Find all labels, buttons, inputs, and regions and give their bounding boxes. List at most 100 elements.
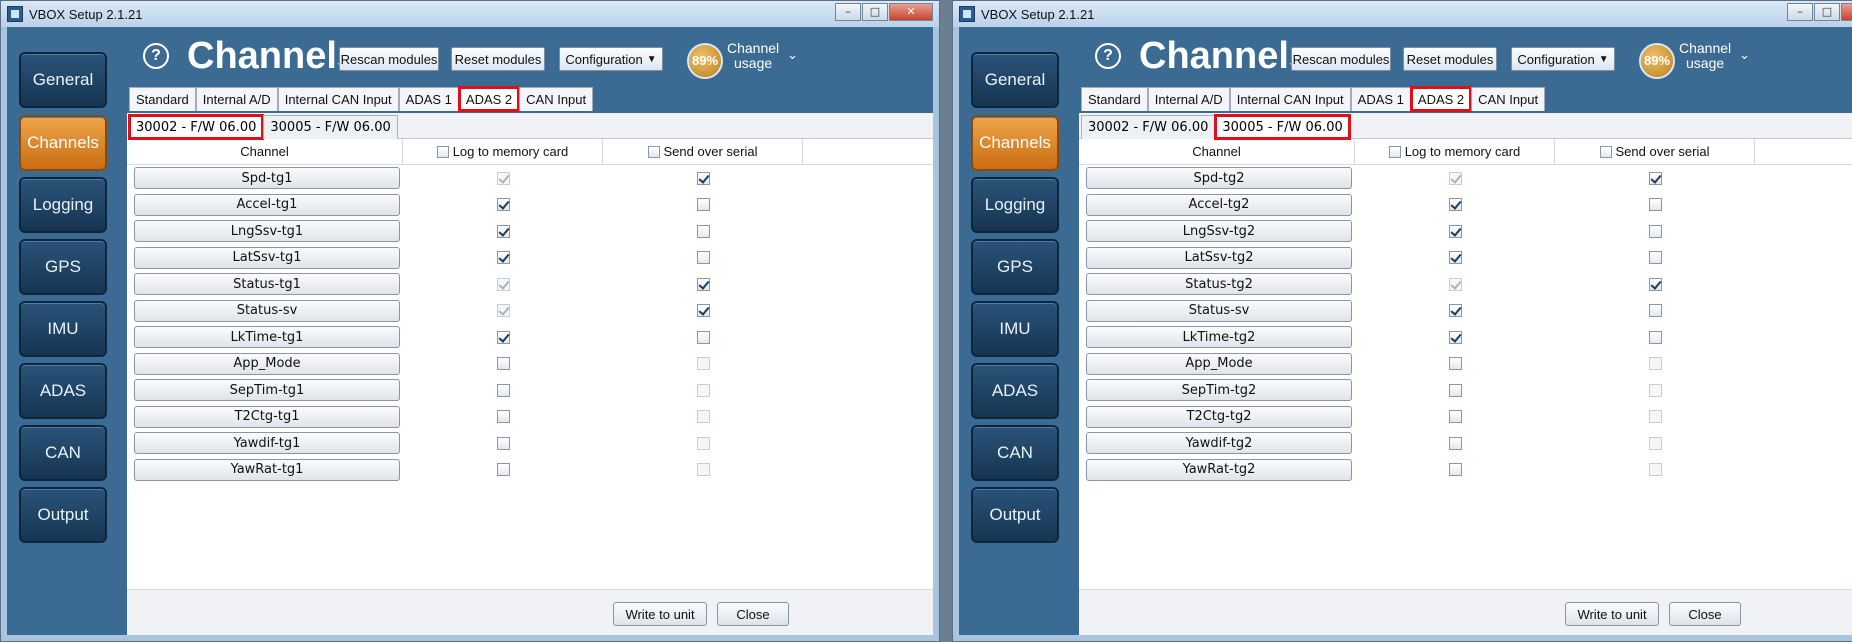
log-checkbox[interactable] <box>496 357 510 371</box>
log-checkbox[interactable] <box>1448 436 1462 450</box>
channel-button[interactable]: SepTim-tg1 <box>134 379 400 402</box>
column-serial[interactable]: Send over serial <box>603 139 803 164</box>
tab-standard[interactable]: Standard <box>1081 87 1148 111</box>
tab-internal-ad[interactable]: Internal A/D <box>1147 87 1230 111</box>
channel-usage-label[interactable]: Channel usage <box>1679 41 1731 71</box>
nav-adas[interactable]: ADAS <box>971 363 1059 419</box>
tab-standard[interactable]: Standard <box>129 87 196 111</box>
serial-checkbox[interactable] <box>1648 171 1662 185</box>
serial-checkbox[interactable] <box>696 198 710 212</box>
minimize-icon[interactable]: – <box>835 3 861 21</box>
serial-checkbox[interactable] <box>1648 304 1662 318</box>
channel-button[interactable]: T2Ctg-tg2 <box>1086 405 1352 428</box>
channel-usage-label[interactable]: Channel usage <box>727 41 779 71</box>
channel-button[interactable]: Accel-tg2 <box>1086 193 1352 216</box>
channel-button[interactable]: T2Ctg-tg1 <box>134 405 400 428</box>
channel-button[interactable]: Accel-tg1 <box>134 193 400 216</box>
reset-modules-button[interactable]: Reset modules <box>451 47 545 71</box>
column-serial[interactable]: Send over serial <box>1555 139 1755 164</box>
channel-button[interactable]: Yawdif-tg1 <box>134 432 400 455</box>
log-checkbox[interactable] <box>1448 304 1462 318</box>
serial-all-checkbox[interactable] <box>1599 145 1612 158</box>
log-checkbox[interactable] <box>1448 330 1462 344</box>
channel-button[interactable]: LatSsv-tg1 <box>134 246 400 269</box>
channel-button[interactable]: Status-sv <box>1086 299 1352 322</box>
channel-button[interactable]: Status-sv <box>134 299 400 322</box>
chevron-down-icon[interactable]: ⌄ <box>787 47 798 63</box>
channel-button[interactable]: LngSsv-tg2 <box>1086 220 1352 243</box>
tab-can-input[interactable]: CAN Input <box>1471 87 1546 111</box>
nav-channels[interactable]: Channels <box>19 115 107 171</box>
log-checkbox[interactable] <box>1448 224 1462 238</box>
log-checkbox[interactable] <box>1448 198 1462 212</box>
rescan-modules-button[interactable]: Rescan modules <box>339 47 439 71</box>
close-button[interactable]: Close <box>717 602 789 626</box>
log-checkbox[interactable] <box>496 251 510 265</box>
column-log[interactable]: Log to memory card <box>403 139 603 164</box>
nav-general[interactable]: General <box>971 52 1059 108</box>
help-icon[interactable]: ? <box>1095 43 1121 69</box>
nav-imu[interactable]: IMU <box>19 301 107 357</box>
log-all-checkbox[interactable] <box>1388 145 1401 158</box>
log-checkbox[interactable] <box>496 410 510 424</box>
help-icon[interactable]: ? <box>143 43 169 69</box>
serial-checkbox[interactable] <box>1648 330 1662 344</box>
log-checkbox[interactable] <box>496 330 510 344</box>
close-icon[interactable]: ✕ <box>1841 3 1852 21</box>
tab-adas-1[interactable]: ADAS 1 <box>1350 87 1411 111</box>
channel-button[interactable]: App_Mode <box>134 352 400 375</box>
log-checkbox[interactable] <box>1448 383 1462 397</box>
log-checkbox[interactable] <box>1448 463 1462 477</box>
channel-button[interactable]: Status-tg1 <box>134 273 400 296</box>
nav-output[interactable]: Output <box>971 487 1059 543</box>
nav-general[interactable]: General <box>19 52 107 108</box>
log-checkbox[interactable] <box>496 463 510 477</box>
configuration-dropdown[interactable]: Configuration ▼ <box>559 47 663 71</box>
title-bar[interactable]: VBOX Setup 2.1.21 – □ ✕ <box>953 1 1852 27</box>
rescan-modules-button[interactable]: Rescan modules <box>1291 47 1391 71</box>
nav-logging[interactable]: Logging <box>971 177 1059 233</box>
serial-checkbox[interactable] <box>696 224 710 238</box>
title-bar[interactable]: VBOX Setup 2.1.21 – □ ✕ <box>1 1 939 27</box>
nav-can[interactable]: CAN <box>19 425 107 481</box>
serial-checkbox[interactable] <box>1648 224 1662 238</box>
chevron-down-icon[interactable]: ⌄ <box>1739 47 1750 63</box>
log-checkbox[interactable] <box>496 198 510 212</box>
close-button[interactable]: Close <box>1669 602 1741 626</box>
maximize-icon[interactable]: □ <box>862 3 888 21</box>
subtab-30005[interactable]: 30005 - F/W 06.00 <box>263 115 398 139</box>
serial-checkbox[interactable] <box>1648 251 1662 265</box>
channel-button[interactable]: Spd-tg2 <box>1086 167 1352 190</box>
serial-checkbox[interactable] <box>696 304 710 318</box>
maximize-icon[interactable]: □ <box>1814 3 1840 21</box>
nav-channels[interactable]: Channels <box>971 115 1059 171</box>
log-checkbox[interactable] <box>1448 251 1462 265</box>
channel-button[interactable]: YawRat-tg1 <box>134 458 400 481</box>
channel-button[interactable]: LngSsv-tg1 <box>134 220 400 243</box>
channel-button[interactable]: Spd-tg1 <box>134 167 400 190</box>
nav-gps[interactable]: GPS <box>971 239 1059 295</box>
configuration-dropdown[interactable]: Configuration ▼ <box>1511 47 1615 71</box>
channel-button[interactable]: Status-tg2 <box>1086 273 1352 296</box>
channel-button[interactable]: Yawdif-tg2 <box>1086 432 1352 455</box>
channel-button[interactable]: App_Mode <box>1086 352 1352 375</box>
tab-adas-1[interactable]: ADAS 1 <box>398 87 459 111</box>
serial-checkbox[interactable] <box>1648 198 1662 212</box>
write-to-unit-button[interactable]: Write to unit <box>1565 602 1659 626</box>
nav-adas[interactable]: ADAS <box>19 363 107 419</box>
nav-logging[interactable]: Logging <box>19 177 107 233</box>
nav-gps[interactable]: GPS <box>19 239 107 295</box>
tab-adas-2[interactable]: ADAS 2 <box>1409 86 1473 112</box>
subtab-30005[interactable]: 30005 - F/W 06.00 <box>1214 114 1351 140</box>
tab-can-input[interactable]: CAN Input <box>519 87 594 111</box>
log-checkbox[interactable] <box>496 436 510 450</box>
serial-checkbox[interactable] <box>696 251 710 265</box>
close-icon[interactable]: ✕ <box>889 3 933 21</box>
log-checkbox[interactable] <box>496 224 510 238</box>
channel-button[interactable]: SepTim-tg2 <box>1086 379 1352 402</box>
serial-checkbox[interactable] <box>1648 277 1662 291</box>
write-to-unit-button[interactable]: Write to unit <box>613 602 707 626</box>
reset-modules-button[interactable]: Reset modules <box>1403 47 1497 71</box>
log-checkbox[interactable] <box>1448 357 1462 371</box>
channel-button[interactable]: LkTime-tg1 <box>134 326 400 349</box>
